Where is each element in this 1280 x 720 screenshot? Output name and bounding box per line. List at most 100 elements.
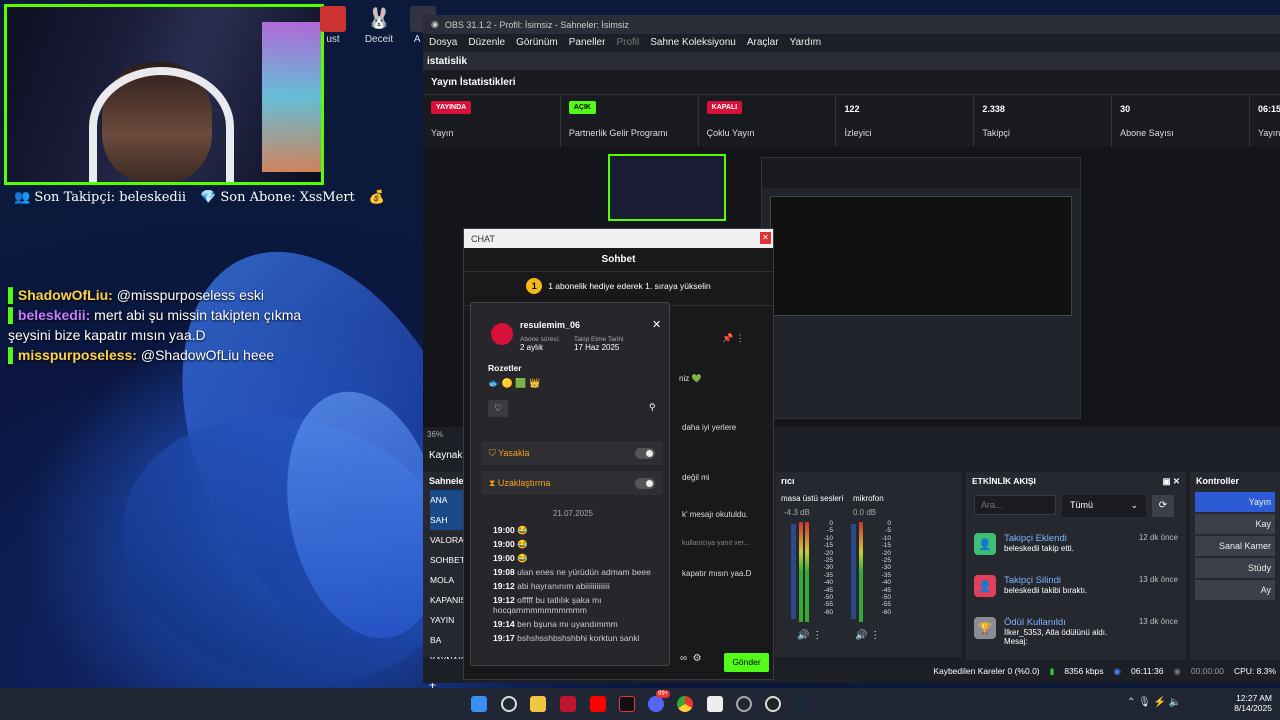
timeout-toggle[interactable] — [635, 477, 655, 489]
list-item: 19:00 😂 — [493, 539, 528, 549]
menu-paneller[interactable]: Paneller — [569, 37, 606, 49]
volume-meter — [799, 522, 803, 622]
bitrate: 8356 kbps — [1064, 666, 1104, 676]
start-stream-button[interactable]: Yayın — [1195, 492, 1275, 512]
mixer-channel-name: masa üstü sesleri — [781, 494, 844, 503]
obs-icon[interactable] — [765, 696, 781, 712]
scene-item[interactable]: MOLA — [430, 570, 463, 590]
list-item: 19:14 ben bşuna mı uyandımmm — [493, 619, 618, 629]
menu-dosya[interactable]: Dosya — [429, 37, 457, 49]
stat-stream: YAYINDA Yayın — [423, 95, 561, 147]
steam-icon[interactable] — [794, 696, 810, 712]
feed-search-input[interactable] — [974, 495, 1056, 515]
chat-titlebar: CHAT ✕ — [464, 229, 773, 248]
timeout-row[interactable]: ⧗ Uzaklaştırma — [481, 471, 663, 495]
stat-uptime: 06:15 Yayın — [1257, 104, 1280, 138]
stat-subs: 30 Abone Sayısı — [1112, 95, 1250, 147]
chat-line: ▌beleskedii: mert abi şu missin takipten… — [8, 307, 302, 323]
tray-icons[interactable]: ⌃ 🎙 ⚡ 🔈 — [1127, 697, 1181, 708]
mixer-channel-db: -4.3 dB — [784, 508, 810, 517]
stat-partner: AÇIK Partnerlik Gelir Programı — [561, 95, 699, 147]
dropped-frames: Kaybedilen Kareler 0 (%0.0) — [933, 666, 1040, 676]
ban-toggle[interactable] — [635, 447, 655, 459]
zoom-label: 36% — [427, 430, 444, 439]
discord-icon[interactable] — [648, 696, 664, 712]
refresh-icon[interactable]: ⟳ — [1152, 495, 1174, 517]
tiktok-icon[interactable] — [619, 696, 635, 712]
heart-icon[interactable]: ♡ — [488, 400, 508, 417]
clock[interactable]: 12:27 AM 8/14/2025 — [1228, 693, 1272, 713]
user-card: resulemim_06 ✕ Abone süresi: 2 aylık Tak… — [470, 302, 670, 666]
obs-titlebar: ◉ OBS 31.1.2 - Profil: İsimsiz - Sahneler… — [423, 15, 1280, 34]
search-icon[interactable] — [501, 696, 517, 712]
menu-profil[interactable]: Profil — [616, 37, 639, 49]
emote-icon[interactable]: ∞ ⚙ — [680, 653, 702, 664]
audio-mixer: rıcı masa üstü sesleri -4.3 dB mikrofon … — [775, 472, 961, 657]
activity-feed: ETKİNLİK AKIŞI▣ ✕ Tümü⌄ ⟳ 👤Takipçi Eklen… — [966, 472, 1186, 660]
start-icon[interactable] — [471, 696, 487, 712]
preview-webcam — [608, 154, 726, 221]
stat-multistream: KAPALI Çoklu Yayın — [699, 95, 837, 147]
ban-row[interactable]: ⛉ Yasakla — [481, 441, 663, 465]
volume-meter — [805, 522, 809, 622]
list-item: 19:00 😂 — [493, 553, 528, 563]
stat-followers: 2.338 Takipçi — [974, 95, 1113, 147]
virtual-camera-button[interactable]: Sanal Kamer — [1195, 536, 1275, 556]
list-item: 19:12 abi hayranınım abiiiiiiiiiiiii — [493, 581, 610, 591]
stats-panel-title: istatislik — [423, 52, 1280, 70]
notepad-icon[interactable] — [707, 696, 723, 712]
desktop-icon[interactable]: ust — [310, 6, 356, 45]
list-item: 19:00 😂 — [493, 525, 528, 535]
speaker-icon[interactable]: 🔊 ⋮ — [855, 630, 880, 641]
close-icon[interactable]: ✕ — [760, 232, 771, 244]
feed-close-icon[interactable]: ▣ ✕ — [1162, 476, 1180, 487]
user-minus-icon: 👤 — [974, 575, 996, 597]
mixer-channel-db: 0.0 dB — [853, 508, 877, 517]
chrome-icon[interactable] — [677, 696, 693, 712]
chat-line: şeysini bize kapatır mısın yaa.D — [8, 327, 206, 343]
cpu-usage: CPU: 8.3% — [1233, 666, 1276, 676]
close-icon[interactable]: ✕ — [652, 318, 661, 331]
speaker-icon[interactable]: 🔊 ⋮ — [797, 630, 822, 641]
list-item: 19:17 bshshsshbshshbhi korktun sanki — [493, 633, 640, 643]
desktop-icon-deceit[interactable]: 🐰 Deceit — [356, 6, 402, 45]
obs-menubar: Dosya Düzenle Görünüm Paneller Profil Sa… — [423, 34, 1280, 52]
volume-fader[interactable] — [791, 524, 796, 619]
pin-icon[interactable]: 📌 ⋮ — [722, 333, 745, 344]
scene-item[interactable]: ANA SAH — [430, 490, 463, 530]
chevron-down-icon: ⌄ — [1130, 500, 1138, 510]
scene-item[interactable]: YAYIN BA — [430, 610, 463, 650]
chat-header: Sohbet — [464, 248, 773, 272]
controls-panel: Kontroller Yayın Kay Sanal Kamer Stüdy A… — [1190, 472, 1280, 660]
mixer-channel-name: mikrofon — [853, 494, 884, 503]
studio-mode-button[interactable]: Stüdy — [1195, 558, 1275, 578]
live-icon: ◉ — [1113, 665, 1121, 676]
pin-icon[interactable]: ⚲ — [649, 402, 656, 413]
volume-fader[interactable] — [851, 524, 856, 619]
pinned-gift-banner: 11 abonelik hediye ederek 1. sıraya yüks… — [464, 272, 773, 306]
menu-yardim[interactable]: Yardım — [790, 37, 822, 49]
webcam-feed — [4, 4, 324, 185]
user-message-history: 19:00 😂 19:00 😂 19:00 😂 19:08 ulan enes … — [493, 525, 658, 647]
signal-icon: ▮ — [1049, 665, 1055, 676]
app-icon[interactable] — [560, 696, 576, 712]
menu-duzenle[interactable]: Düzenle — [468, 37, 505, 49]
settings-button[interactable]: Ay — [1195, 580, 1275, 600]
menu-araclar[interactable]: Araçlar — [747, 37, 779, 49]
explorer-icon[interactable] — [530, 696, 546, 712]
menu-gorunum[interactable]: Görünüm — [516, 37, 558, 49]
settings-icon[interactable] — [736, 696, 752, 712]
send-button[interactable]: Gönder — [724, 653, 769, 672]
scene-item[interactable]: SOHBET — [430, 550, 465, 570]
menu-sahne-koleksiyonu[interactable]: Sahne Koleksiyonu — [650, 37, 736, 49]
notification-badge: 99+ — [656, 690, 671, 698]
scene-item[interactable]: KAPANIS — [430, 590, 466, 610]
feed-filter-select[interactable]: Tümü ⌄ — [1062, 495, 1146, 517]
donation-icon: 💰 — [368, 190, 385, 205]
scene-item[interactable]: VALORA — [430, 530, 464, 550]
youtube-icon[interactable] — [590, 696, 606, 712]
record-button[interactable]: Kay — [1195, 514, 1275, 534]
rec-icon: ◉ — [1173, 665, 1181, 676]
list-item: 19:08 ulan enes ne yürüdün admam beee — [493, 567, 651, 577]
feed-item: 👤 Takipçi Silindi beleskedii takibi bırakt… — [966, 569, 1186, 611]
